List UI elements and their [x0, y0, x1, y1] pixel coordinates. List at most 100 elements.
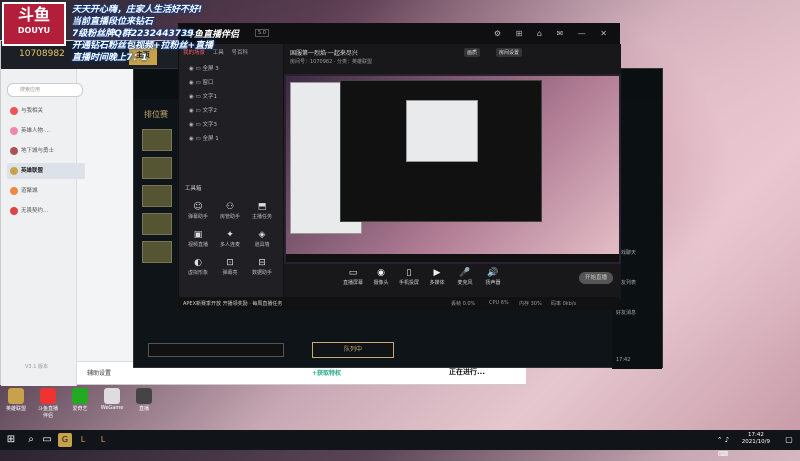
- tool-label: 数据助手: [251, 270, 272, 276]
- taskbar-lol-game-icon[interactable]: L: [96, 433, 110, 447]
- champion-portrait[interactable]: [142, 185, 172, 207]
- related-icon: [10, 107, 18, 115]
- system-tray-icons[interactable]: ⌃ ♪ ⌨: [716, 433, 730, 458]
- queue-button[interactable]: 队列中: [312, 342, 394, 358]
- game-icon: [10, 187, 18, 195]
- control-label: 手机投屏: [398, 280, 419, 286]
- sidebar-item-valorant[interactable]: 无畏契约...: [7, 203, 85, 219]
- scene-item[interactable]: ◉ ▭ 文字1: [189, 92, 269, 100]
- ranked-title: 排位赛: [144, 110, 168, 119]
- phone-icon: ▯: [406, 268, 412, 278]
- admin-icon: ⚇: [225, 202, 235, 212]
- desktop-icon-lol[interactable]: 英雄联盟: [4, 388, 28, 412]
- tool-label: 弹幕亮: [222, 270, 238, 276]
- tool-data[interactable]: ⊟ 数据助手: [247, 258, 277, 276]
- tool-label: 弹幕助手: [187, 214, 208, 220]
- assist-settings-button[interactable]: 辅助设置: [87, 368, 111, 377]
- champion-portrait[interactable]: [142, 129, 172, 151]
- game-icon: [10, 147, 18, 155]
- media-button[interactable]: ▶ 多媒体: [424, 268, 450, 286]
- tool-label: 虚拟形象: [187, 270, 208, 276]
- wegame-app-icon: [104, 388, 120, 404]
- phone-cast-button[interactable]: ▯ 手机投屏: [396, 268, 422, 286]
- tool-propwall[interactable]: ◈ 道具墙: [247, 230, 277, 248]
- taskbar-clock[interactable]: 17:42 2021/10/9: [742, 432, 770, 446]
- tool-danmu-light[interactable]: ⊡ 弹幕亮: [215, 258, 245, 276]
- tool-danmu[interactable]: ☺ 弹幕助手: [183, 202, 213, 220]
- avatar-icon: ◐: [194, 258, 202, 268]
- sidebar-item-related[interactable]: 与我相关: [7, 103, 85, 119]
- camera-button[interactable]: ◉ 摄像头: [368, 268, 394, 286]
- live-preview: [284, 74, 621, 264]
- toolbox-header: 工具箱: [185, 186, 202, 192]
- sidebar-item-dnf[interactable]: 地下城与勇士: [7, 143, 85, 159]
- speaker-button[interactable]: 🔊 扬声器: [480, 268, 506, 286]
- client-version: V3.1 版本: [25, 364, 48, 370]
- nested-recursive-preview: [406, 100, 478, 162]
- clock-time: 17:42: [747, 432, 764, 438]
- lol-app-icon: [8, 388, 24, 404]
- desktop-icon-label: WeGame: [100, 405, 124, 411]
- screen-icon: ▭: [348, 268, 358, 278]
- champion-portrait[interactable]: [142, 241, 172, 263]
- tool-avatar[interactable]: ◐ 虚拟形象: [183, 258, 213, 276]
- nested-taskbar: [286, 254, 619, 262]
- tool-label: 多人连麦: [219, 242, 240, 248]
- control-label: 多媒体: [429, 280, 445, 286]
- danmu-icon: ☺: [193, 202, 203, 212]
- control-label: 扬声器: [485, 280, 501, 286]
- control-label: 直播屏幕: [342, 280, 363, 286]
- desktop-icon-wegame[interactable]: WeGame: [100, 388, 124, 411]
- tool-label: 房管助手: [219, 214, 240, 220]
- tool-tasks[interactable]: ⬒ 主播任务: [247, 202, 277, 220]
- desktop-icon-douyu[interactable]: 斗鱼直播伴侣: [36, 388, 60, 419]
- mic-button[interactable]: 🎤 麦克风: [452, 268, 478, 286]
- streaming-app-window: 斗鱼直播伴侣 5.0 ⚙ ⊞ ⌂ ✉ — ✕ 我的场景 工具 号百科 ◉ ▭ 全…: [178, 23, 621, 310]
- task-view-icon[interactable]: ▭: [40, 433, 54, 447]
- go-live-button[interactable]: 开始直播: [579, 272, 613, 284]
- tool-video[interactable]: ▣ 视频直播: [183, 230, 213, 248]
- champion-portrait[interactable]: [142, 213, 172, 235]
- sidebar-item-label: 英雄联盟: [21, 168, 44, 174]
- play-icon: ▶: [433, 268, 441, 278]
- camera-icon: ◉: [377, 268, 385, 278]
- privilege-link[interactable]: +获取特权: [312, 368, 341, 377]
- tool-roomadmin[interactable]: ⚇ 房管助手: [215, 202, 245, 220]
- screen-source-button[interactable]: ▭ 直播屏幕: [340, 268, 366, 286]
- desktop-icon-label: 直播: [138, 406, 149, 412]
- scene-item[interactable]: ◉ ▭ 文字2: [189, 106, 269, 114]
- sidebar-item-lol[interactable]: 英雄联盟: [7, 163, 85, 179]
- sidebar-item-daojucheng[interactable]: 道聚城: [7, 183, 85, 199]
- sparkle-icon: ✦: [226, 230, 234, 240]
- game-icon: [10, 207, 18, 215]
- desktop-icon-iqiyi[interactable]: 爱奇艺: [68, 388, 92, 412]
- windows-start-icon[interactable]: ⊞: [4, 433, 18, 447]
- quality-button[interactable]: 画质: [464, 48, 481, 57]
- douyu-logo: 斗鱼 DOUYU: [2, 2, 66, 46]
- room-info: 房间号：1070982 · 分类：英雄联盟: [290, 59, 373, 65]
- task-icon: ⬒: [257, 202, 267, 212]
- status-metric: 内存 30%: [519, 301, 542, 307]
- live-app-icon: [136, 388, 152, 404]
- room-title: 国服第一烈焰·一起来尽兴: [290, 50, 358, 57]
- scene-item[interactable]: ◉ ▭ 全屏 1: [189, 134, 269, 142]
- game-chat-input[interactable]: [148, 343, 284, 357]
- search-icon[interactable]: ⌕: [24, 433, 38, 447]
- desktop-icon-live[interactable]: 直播: [132, 388, 156, 412]
- tool-label: 视频直播: [187, 242, 208, 248]
- game-state-text: 正在进行...: [449, 368, 485, 376]
- champion-portrait[interactable]: [142, 157, 172, 179]
- room-settings-button[interactable]: 房间设置: [496, 48, 523, 57]
- stream-overlay: 斗鱼 DOUYU 天天开心嗨，庄家人生活好不好! 当前直播段位来钻石 7级粉丝牌Q…: [0, 0, 230, 88]
- status-notice[interactable]: APEX新赛季开放 开播领奖励 · 每周直播任务: [183, 300, 282, 307]
- taskbar-lol-icon[interactable]: G: [58, 433, 72, 447]
- scene-item[interactable]: ◉ ▭ 文字3: [189, 120, 269, 128]
- window-controls[interactable]: ⚙ ⊞ ⌂ ✉ — ✕: [494, 29, 613, 38]
- notification-icon[interactable]: ▢: [782, 433, 796, 447]
- friends-item[interactable]: 好友消息: [616, 309, 636, 316]
- tab-baike[interactable]: 号百科: [232, 50, 249, 56]
- sidebar-item-hero[interactable]: 英雄人物·...: [7, 123, 85, 139]
- logo-text: 斗鱼: [17, 5, 50, 24]
- tool-multimic[interactable]: ✦ 多人连麦: [215, 230, 245, 248]
- taskbar-lol-client-icon[interactable]: L: [76, 433, 90, 447]
